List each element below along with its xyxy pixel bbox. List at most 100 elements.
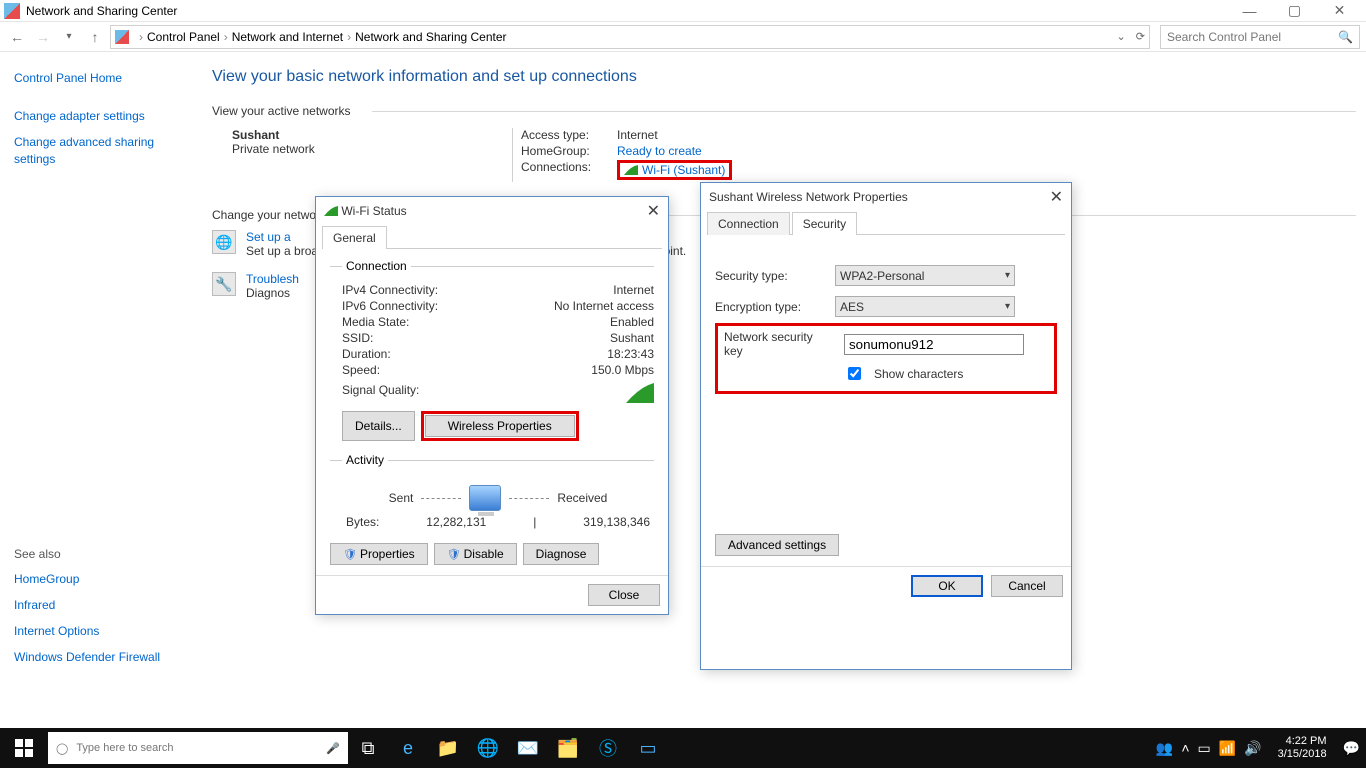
taskbar-search[interactable]: ◯ Type here to search 🎤	[48, 732, 348, 764]
wireless-properties-highlight: Wireless Properties	[421, 411, 579, 441]
connections-label: Connections:	[521, 160, 607, 180]
show-characters-checkbox[interactable]	[848, 367, 861, 380]
windows-logo-icon	[15, 739, 33, 757]
bc-3[interactable]: Network and Sharing Center	[355, 30, 506, 44]
bc-2[interactable]: Network and Internet	[232, 30, 343, 44]
cancel-button[interactable]: Cancel	[991, 575, 1063, 597]
bc-drop[interactable]: ⌄	[1116, 30, 1125, 43]
search-icon: 🔍	[1338, 30, 1353, 44]
media-state-label: Media State:	[342, 315, 409, 329]
homegroup-link[interactable]: Ready to create	[617, 144, 702, 158]
page-heading: View your basic network information and …	[212, 68, 1356, 86]
bytes-divider: |	[533, 515, 536, 529]
start-button[interactable]	[0, 728, 48, 768]
wprops-title: Sushant Wireless Network Properties	[709, 190, 908, 204]
cortana-icon: ◯	[56, 742, 68, 755]
address-bar[interactable]: › Control Panel › Network and Internet ›…	[110, 25, 1150, 49]
refresh-icon[interactable]: ⟳	[1136, 30, 1145, 43]
clock-time: 4:22 PM	[1278, 735, 1327, 748]
close-button[interactable]: Close	[588, 584, 660, 606]
show-characters-label: Show characters	[874, 367, 963, 381]
action-center-icon[interactable]: 💬	[1343, 740, 1360, 757]
up-button[interactable]: ↑	[84, 26, 106, 48]
security-type-select[interactable]: WPA2-Personal	[835, 265, 1015, 286]
properties-button[interactable]: Properties	[330, 543, 428, 565]
navbar: ← → ▾ ↑ › Control Panel › Network and In…	[0, 22, 1366, 52]
volume-icon[interactable]: 🔊	[1244, 740, 1261, 757]
people-icon[interactable]: 👥	[1156, 740, 1173, 757]
taskbar-search-placeholder: Type here to search	[76, 742, 173, 754]
search-placeholder: Search Control Panel	[1167, 30, 1281, 44]
wifi-status-title: Wi-Fi Status	[341, 204, 406, 218]
app-icon-2[interactable]: ▭	[628, 728, 668, 768]
group-activity: Activity	[342, 453, 388, 467]
taskbar-clock[interactable]: 4:22 PM 3/15/2018	[1270, 735, 1335, 761]
security-type-label: Security type:	[715, 269, 825, 283]
wifi-status-titlebar[interactable]: Wi-Fi Status ✕	[316, 197, 668, 225]
seealso-2[interactable]: Internet Options	[14, 623, 186, 639]
troubleshoot-link[interactable]: Troublesh	[246, 272, 299, 286]
duration-label: Duration:	[342, 347, 391, 361]
media-state-value: Enabled	[610, 315, 654, 329]
cp-home-link[interactable]: Control Panel Home	[14, 70, 186, 86]
seealso-1[interactable]: Infrared	[14, 597, 186, 613]
tray-chevron-icon[interactable]: ˄	[1181, 740, 1189, 756]
security-key-highlight: Network security key Show characters	[715, 323, 1057, 394]
wireless-properties-button[interactable]: Wireless Properties	[425, 415, 575, 437]
tab-security[interactable]: Security	[792, 212, 857, 235]
chrome-icon[interactable]: 🌐	[468, 728, 508, 768]
wprops-titlebar[interactable]: Sushant Wireless Network Properties ✕	[701, 183, 1071, 211]
signal-bars-icon	[626, 383, 654, 403]
disable-button[interactable]: Disable	[434, 543, 517, 565]
forward-button[interactable]: →	[32, 26, 54, 48]
diagnose-button[interactable]: Diagnose	[523, 543, 600, 565]
ipv6-label: IPv6 Connectivity:	[342, 299, 438, 313]
signal-label: Signal Quality:	[342, 383, 419, 403]
recent-dropdown[interactable]: ▾	[58, 26, 80, 48]
ssid-value: Sushant	[610, 331, 654, 345]
seealso-0[interactable]: HomeGroup	[14, 571, 186, 587]
sent-label: Sent	[389, 491, 414, 505]
battery-icon[interactable]: ▭	[1198, 740, 1211, 757]
activity-dash	[509, 498, 549, 499]
seealso-3[interactable]: Windows Defender Firewall	[14, 649, 186, 665]
close-button[interactable]: ✕	[1317, 0, 1362, 22]
setup-connection-icon: 🌐	[212, 230, 236, 254]
mail-icon[interactable]: ✉️	[508, 728, 548, 768]
group-connection: Connection	[342, 259, 411, 273]
speed-label: Speed:	[342, 363, 380, 377]
tab-general[interactable]: General	[322, 226, 387, 249]
minimize-button[interactable]: —	[1227, 0, 1272, 22]
maximize-button[interactable]: ▢	[1272, 0, 1317, 22]
seealso-heading: See also	[14, 547, 186, 561]
bc-1[interactable]: Control Panel	[147, 30, 220, 44]
network-security-key-field[interactable]	[844, 334, 1024, 355]
search-control-panel[interactable]: Search Control Panel 🔍	[1160, 25, 1360, 49]
ns-icon	[115, 30, 129, 44]
sidebar-link-1[interactable]: Change advanced sharing settings	[14, 134, 186, 166]
bytes-sent: 12,282,131	[426, 515, 486, 529]
ok-button[interactable]: OK	[911, 575, 983, 597]
sidebar-link-0[interactable]: Change adapter settings	[14, 108, 186, 124]
task-view-button[interactable]: ⧉	[348, 728, 388, 768]
computer-icon	[469, 485, 501, 511]
edge-icon[interactable]: e	[388, 728, 428, 768]
encryption-type-select[interactable]: AES	[835, 296, 1015, 317]
ipv4-label: IPv4 Connectivity:	[342, 283, 438, 297]
connection-link[interactable]: Wi-Fi (Sushant)	[642, 163, 725, 177]
network-name: Sushant	[232, 128, 512, 142]
wifi-tray-icon[interactable]: 📶	[1219, 740, 1236, 757]
advanced-settings-button[interactable]: Advanced settings	[715, 534, 839, 556]
close-icon[interactable]: ✕	[647, 201, 660, 221]
skype-icon[interactable]: Ⓢ	[588, 728, 628, 768]
close-icon[interactable]: ✕	[1050, 187, 1063, 207]
ssid-label: SSID:	[342, 331, 373, 345]
network-sharing-icon	[4, 3, 20, 19]
file-explorer-icon[interactable]: 📁	[428, 728, 468, 768]
details-button[interactable]: Details...	[342, 411, 415, 441]
mic-icon: 🎤	[326, 742, 340, 755]
taskbar: ◯ Type here to search 🎤 ⧉ e 📁 🌐 ✉️ 🗂️ Ⓢ …	[0, 728, 1366, 768]
app-icon-1[interactable]: 🗂️	[548, 728, 588, 768]
back-button[interactable]: ←	[6, 26, 28, 48]
tab-connection[interactable]: Connection	[707, 212, 790, 235]
